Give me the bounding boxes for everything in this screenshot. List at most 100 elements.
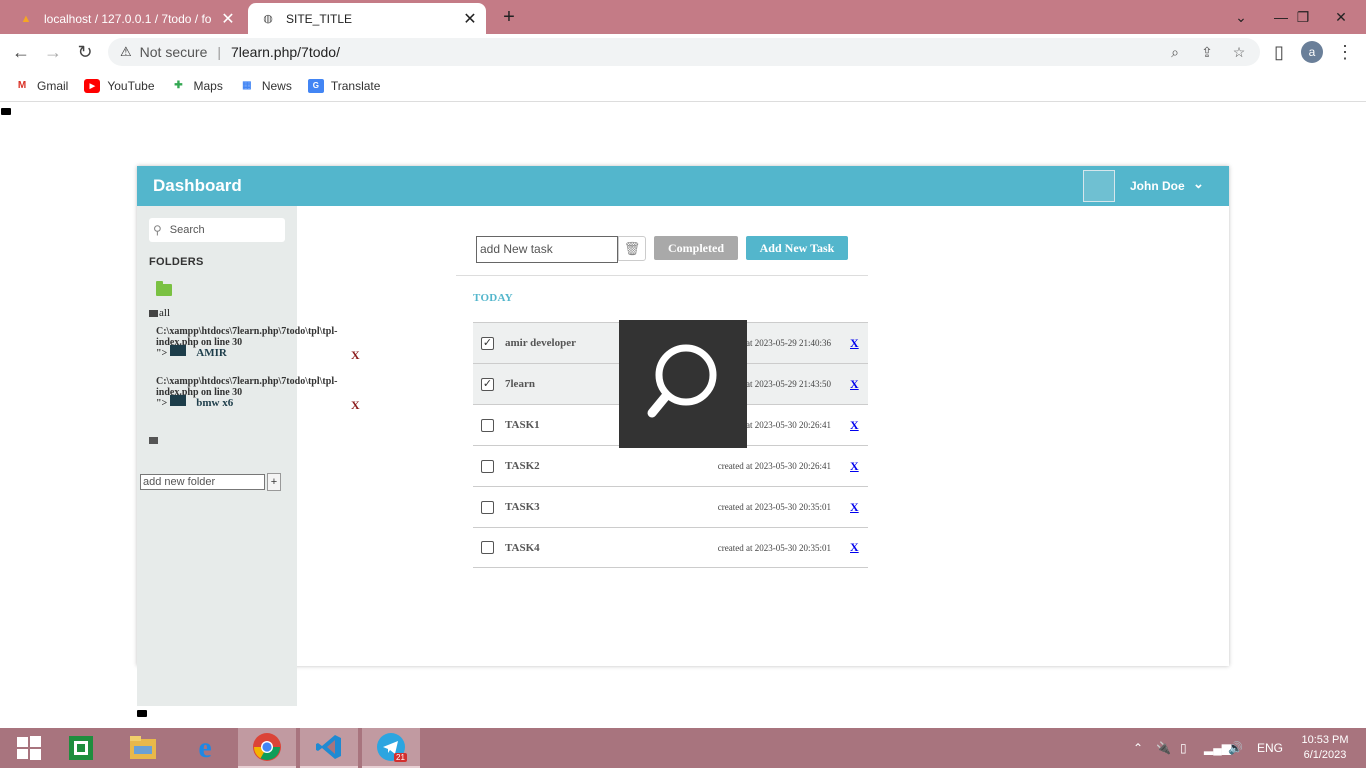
task-checkbox[interactable] [481,459,494,473]
file-explorer-app[interactable] [114,728,172,768]
user-name[interactable]: John Doe [1130,179,1185,193]
start-button[interactable] [0,728,58,768]
excel-app[interactable] [52,728,110,768]
omnibox[interactable]: ⚠ Not secure | 7learn.php/7todo/ ⌕ ⇪ ☆ [108,38,1260,66]
section-today: TODAY [473,292,514,304]
bookmark-maps[interactable]: ✚ Maps [171,79,223,93]
delete-task-button[interactable]: X [850,500,859,515]
tab-title: SITE_TITLE [286,11,353,26]
task-name[interactable]: TASK2 [505,460,540,472]
search-input[interactable]: ⚲ Search [149,218,285,242]
task-checkbox[interactable]: ✓ [481,377,494,391]
task-name[interactable]: 7learn [505,378,535,390]
translate-icon: G [307,78,324,93]
star-icon[interactable]: ☆ [1228,38,1250,66]
clock[interactable]: 10:53 PM 6/1/2023 [1296,733,1354,763]
delete-task-button[interactable]: X [850,540,859,555]
task-name[interactable]: TASK4 [505,542,540,554]
folder-icon[interactable] [156,281,172,296]
avatar[interactable] [1083,170,1115,202]
chevron-down-icon[interactable]: ⌄ [1193,176,1204,192]
delete-task-button[interactable]: X [850,459,859,474]
wifi-icon[interactable]: ▂▄▆ [1204,728,1231,768]
maps-icon: ✚ [174,80,183,91]
delete-folder-button[interactable]: X [351,348,360,363]
add-folder-input[interactable]: add new folder [140,474,265,490]
gmail-icon: M [17,80,27,91]
bookmark-gmail[interactable]: M Gmail [14,79,69,93]
security-label[interactable]: Not secure [140,44,208,60]
tab-site-title[interactable]: ◍ SITE_TITLE ✕ [248,3,486,34]
sidebar: ⚲ Search FOLDERS all C:\xampp\htdocs\7le… [137,206,360,706]
bookmark-youtube[interactable]: ▶ YouTube [84,78,155,93]
volume-icon[interactable]: 🔊 [1228,728,1243,768]
task-checkbox[interactable]: ✓ [481,336,494,350]
back-button[interactable]: ← [8,40,34,64]
phpmyadmin-icon: ▲ [20,12,32,25]
bookmark-translate[interactable]: G Translate [307,78,381,93]
folder-item[interactable]: C:\xampp\htdocs\7learn.php\7todo\tpl\tpl… [156,326,366,359]
add-folder-button[interactable]: + [267,473,281,491]
task-name[interactable]: TASK3 [505,501,540,513]
new-tab-button[interactable]: + [498,6,520,28]
page-title: Dashboard [153,176,242,195]
task-name[interactable]: TASK1 [505,419,540,431]
chrome-icon [253,733,281,761]
clock-time: 10:53 PM [1301,734,1349,746]
close-icon[interactable]: ✕ [460,9,480,29]
folder-all[interactable]: all [149,307,170,319]
task-name[interactable]: amir developer [505,337,576,349]
delete-task-button[interactable]: X [850,336,859,351]
avatar[interactable]: a [1301,41,1323,63]
task-row[interactable]: TASK4 created at 2023-05-30 20:35:01 X [473,527,868,568]
battery-warning-icon[interactable]: 🔌 [1156,728,1171,768]
chrome-app[interactable] [238,728,296,768]
folder-name[interactable]: bmw x6 [196,398,233,409]
bookmark-news[interactable]: ▦ News [239,79,292,93]
add-task-button[interactable]: Add New Task [746,236,848,260]
magnifier-overlay[interactable] [619,320,747,448]
task-row[interactable]: TASK2 created at 2023-05-30 20:26:41 X [473,445,868,486]
bookmark-label: Maps [193,78,223,93]
globe-icon: ◍ [263,13,273,25]
telegram-app[interactable]: 21 [362,728,420,768]
folder-item[interactable]: C:\xampp\htdocs\7learn.php\7todo\tpl\tpl… [156,376,366,409]
task-checkbox[interactable] [481,500,494,514]
language-indicator[interactable]: ENG [1257,728,1283,768]
completed-button[interactable]: Completed [654,236,738,260]
task-checkbox[interactable] [481,541,494,554]
add-folder-placeholder: add new folder [143,476,216,488]
chevron-down-icon[interactable]: ⌄ [1226,0,1256,34]
zoom-icon[interactable]: ⌕ [1164,38,1186,66]
tab-phpmyadmin[interactable]: ▲ localhost / 127.0.0.1 / 7todo / fo ✕ [8,3,244,34]
news-icon: ▦ [242,80,252,91]
menu-icon[interactable]: ⋮ [1332,40,1358,64]
chevron-up-icon[interactable]: ⌃ [1133,728,1143,768]
close-window-button[interactable]: ✕ [1326,0,1356,34]
device-icon[interactable]: ▯ [1180,728,1187,768]
close-icon[interactable]: ✕ [218,9,238,29]
trash-icon[interactable]: 🗑 [618,236,646,261]
clock-date: 6/1/2023 [1303,749,1347,761]
restore-button[interactable]: ❐ [1288,0,1318,34]
reload-button[interactable]: ↻ [72,40,98,64]
side-panel-icon[interactable]: ▯ [1266,40,1292,64]
vscode-app[interactable] [300,728,358,768]
task-checkbox[interactable] [481,418,494,432]
bookmark-label: Translate [330,78,381,93]
url-text[interactable]: 7learn.php/7todo/ [231,44,340,60]
internet-explorer-app[interactable]: e [176,728,234,768]
php-error-text: C:\xampp\htdocs\7learn.php\7todo\tpl\tpl… [156,376,338,398]
task-row[interactable]: TASK3 created at 2023-05-30 20:35:01 X [473,486,868,527]
internet-explorer-icon: e [198,731,212,764]
warning-icon[interactable]: ⚠ [120,44,132,60]
delete-task-button[interactable]: X [850,377,859,392]
delete-task-button[interactable]: X [850,418,859,433]
share-icon[interactable]: ⇪ [1196,38,1218,66]
tab-title: localhost / 127.0.0.1 / 7todo / fo [44,11,212,26]
folder-name[interactable]: AMIR [196,348,227,359]
add-task-input[interactable]: add New task [476,236,618,263]
address-bar-row: ← → ↻ ⚠ Not secure | 7learn.php/7todo/ ⌕… [0,34,1366,70]
forward-button[interactable]: → [40,40,66,64]
delete-folder-button[interactable]: X [351,398,360,413]
